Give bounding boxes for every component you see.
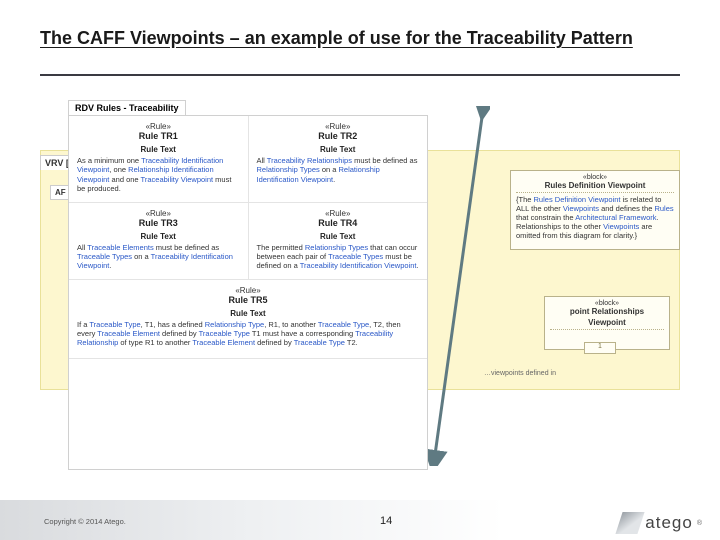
rule-row: «Rule» Rule TR1 Rule Text As a minimum o…: [69, 116, 427, 203]
rule-name: Rule TR5: [77, 295, 419, 305]
registered-mark: ®: [697, 520, 702, 527]
multiplicity-one: 1: [584, 342, 616, 354]
rule-name: Rule TR3: [77, 218, 240, 228]
rule-text: If a Traceable Type, T1, has a defined R…: [77, 320, 419, 348]
title-underline: [40, 74, 680, 76]
rules-panel-tab: RDV Rules - Traceability: [68, 100, 186, 115]
rule-text: As a minimum one Traceability Identifica…: [77, 156, 240, 194]
rule-text-label: Rule Text: [257, 232, 420, 241]
rule-name: Rule TR4: [257, 218, 420, 228]
brand-name: atego: [645, 513, 693, 533]
rule-name: Rule TR2: [257, 131, 420, 141]
rule-text-label: Rule Text: [77, 145, 240, 154]
rule-tr1: «Rule» Rule TR1 Rule Text As a minimum o…: [69, 116, 249, 203]
rule-stereotype: «Rule»: [77, 122, 240, 131]
slide-title: The CAFF Viewpoints – an example of use …: [40, 28, 633, 49]
block-name-line2: Viewpoint: [550, 318, 664, 327]
logo-mark-icon: [619, 512, 641, 534]
rule-text-label: Rule Text: [77, 232, 240, 241]
block-rules-definition-viewpoint: «block» Rules Definition Viewpoint {The …: [510, 170, 680, 250]
rule-tr2: «Rule» Rule TR2 Rule Text All Traceabili…: [249, 116, 428, 203]
block-name: Rules Definition Viewpoint: [516, 181, 674, 190]
rule-text-label: Rule Text: [77, 309, 419, 318]
rule-tr3: «Rule» Rule TR3 Rule Text All Traceable …: [69, 203, 249, 280]
block-stereotype: «block»: [516, 174, 674, 181]
rule-text: The permitted Relationship Types that ca…: [257, 243, 420, 271]
rules-panel: RDV Rules - Traceability «Rule» Rule TR1…: [68, 115, 428, 470]
rule-text: All Traceability Relationships must be d…: [257, 156, 420, 184]
page-number: 14: [380, 515, 392, 527]
rule-name: Rule TR1: [77, 131, 240, 141]
rule-tr5: «Rule» Rule TR5 Rule Text If a Traceable…: [69, 280, 427, 359]
rule-text: All Traceable Elements must be defined a…: [77, 243, 240, 271]
rule-stereotype: «Rule»: [77, 286, 419, 295]
rule-text-label: Rule Text: [257, 145, 420, 154]
rule-stereotype: «Rule»: [257, 122, 420, 131]
rule-stereotype: «Rule»: [77, 209, 240, 218]
rule-row: «Rule» Rule TR3 Rule Text All Traceable …: [69, 203, 427, 280]
block-stereotype: «block»: [550, 300, 664, 307]
copyright-text: Copyright © 2014 Atego.: [44, 517, 126, 526]
rule-tr4: «Rule» Rule TR4 Rule Text The permitted …: [249, 203, 428, 280]
rule-stereotype: «Rule»: [257, 209, 420, 218]
brand-logo: atego ®: [619, 512, 702, 534]
cropped-text-fragment: …viewpoints defined in: [484, 370, 556, 377]
block-note: {The Rules Definition Viewpoint is relat…: [516, 195, 674, 240]
block-name-line1: point Relationships: [550, 307, 664, 316]
